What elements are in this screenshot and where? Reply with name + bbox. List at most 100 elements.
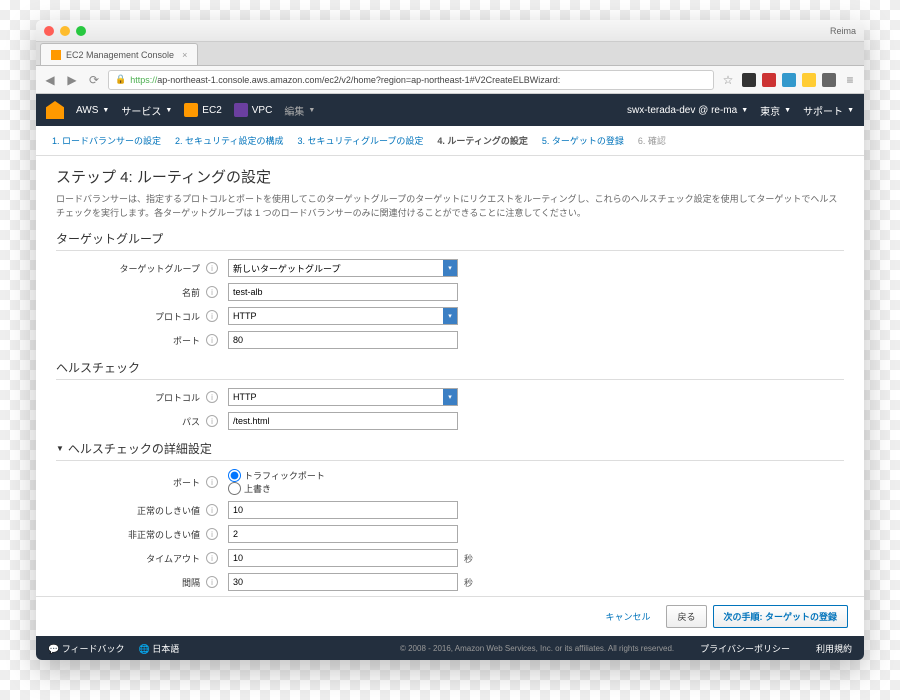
close-icon[interactable]	[44, 26, 54, 36]
browser-window: Reima EC2 Management Console × ◀ ▶ ⟳ 🔒 h…	[36, 20, 864, 660]
nav-aws[interactable]: AWS▼	[76, 105, 109, 116]
section-advanced-toggle[interactable]: ▼ヘルスチェックの詳細設定	[56, 440, 844, 461]
info-icon[interactable]: i	[206, 576, 218, 588]
url-field[interactable]: 🔒 https:// ap-northeast-1.console.aws.am…	[108, 70, 714, 90]
url-text: ap-northeast-1.console.aws.amazon.com/ec…	[157, 75, 560, 85]
forward-icon[interactable]: ▶	[64, 72, 80, 88]
label-unhealthy: 非正常のしきい値	[56, 528, 206, 541]
input-path[interactable]	[228, 412, 458, 430]
label-protocol: プロトコル	[56, 310, 206, 323]
info-icon[interactable]: i	[206, 262, 218, 274]
nav-region[interactable]: 東京▼	[760, 103, 791, 118]
bookmark-icon[interactable]: ☆	[720, 72, 736, 88]
nav-edit[interactable]: 編集▼	[284, 103, 315, 118]
label-name: 名前	[56, 286, 206, 299]
cancel-button[interactable]: キャンセル	[595, 605, 660, 628]
select-hc-protocol[interactable]: HTTP▾	[228, 388, 458, 406]
info-icon[interactable]: i	[206, 310, 218, 322]
ec2-icon	[184, 103, 198, 117]
wizard-step-4[interactable]: 4. ルーティングの設定	[437, 134, 527, 147]
wizard-step-3[interactable]: 3. セキュリティグループの設定	[297, 134, 423, 147]
chevron-down-icon: ▾	[443, 389, 457, 405]
label-interval: 間隔	[56, 576, 206, 589]
page-description: ロードバランサーは、指定するプロトコルとポートを使用してこのターゲットグループの…	[56, 193, 844, 220]
info-icon[interactable]: i	[206, 391, 218, 403]
radio-override[interactable]: 上書き	[228, 482, 325, 495]
info-icon[interactable]: i	[206, 286, 218, 298]
extension-icon[interactable]	[742, 73, 756, 87]
favicon-icon	[51, 50, 61, 60]
nav-services[interactable]: サービス▼	[121, 103, 172, 118]
browser-tabbar: EC2 Management Console ×	[36, 42, 864, 66]
input-healthy[interactable]	[228, 501, 458, 519]
label-healthy: 正常のしきい値	[56, 504, 206, 517]
input-interval[interactable]	[228, 573, 458, 591]
wizard-step-6: 6. 確認	[638, 134, 666, 147]
label-target-group: ターゲットグループ	[56, 262, 206, 275]
address-bar: ◀ ▶ ⟳ 🔒 https:// ap-northeast-1.console.…	[36, 66, 864, 94]
info-icon[interactable]: i	[206, 528, 218, 540]
label-port: ポート	[56, 334, 206, 347]
window-titlebar: Reima	[36, 20, 864, 42]
wizard-steps: 1. ロードバランサーの設定 2. セキュリティ設定の構成 3. セキュリティグ…	[36, 126, 864, 156]
wizard-step-2[interactable]: 2. セキュリティ設定の構成	[175, 134, 283, 147]
nav-account[interactable]: swx-terada-dev @ re-ma▼	[627, 103, 748, 118]
privacy-link[interactable]: プライバシーポリシー	[700, 642, 790, 655]
info-icon[interactable]: i	[206, 476, 218, 488]
info-icon[interactable]: i	[206, 334, 218, 346]
input-unhealthy[interactable]	[228, 525, 458, 543]
reload-icon[interactable]: ⟳	[86, 72, 102, 88]
nav-ec2[interactable]: EC2	[184, 103, 221, 117]
menu-icon[interactable]: ≡	[842, 72, 858, 88]
tab-title: EC2 Management Console	[66, 50, 174, 60]
url-scheme: https://	[130, 75, 157, 85]
chevron-down-icon: ▾	[443, 308, 457, 324]
aws-logo-icon[interactable]	[46, 101, 64, 119]
input-name[interactable]	[228, 283, 458, 301]
section-target-group: ターゲットグループ	[56, 230, 844, 251]
wizard-step-1[interactable]: 1. ロードバランサーの設定	[52, 134, 161, 147]
unit-sec: 秒	[464, 576, 473, 589]
terms-link[interactable]: 利用規約	[816, 642, 852, 655]
vpc-icon	[234, 103, 248, 117]
radio-traffic-port[interactable]: トラフィックポート	[228, 469, 325, 482]
language-selector[interactable]: 🌐 日本語	[139, 642, 180, 655]
wizard-step-5[interactable]: 5. ターゲットの登録	[542, 134, 624, 147]
back-button[interactable]: 戻る	[666, 605, 706, 628]
select-target-group[interactable]: 新しいターゲットグループ▾	[228, 259, 458, 277]
extension-icon[interactable]	[762, 73, 776, 87]
copyright: © 2008 - 2016, Amazon Web Services, Inc.…	[400, 644, 674, 653]
triangle-down-icon: ▼	[56, 444, 64, 453]
select-protocol[interactable]: HTTP▾	[228, 307, 458, 325]
feedback-link[interactable]: 💬 フィードバック	[48, 642, 125, 655]
lock-icon: 🔒	[115, 74, 126, 85]
extension-icon[interactable]	[802, 73, 816, 87]
browser-tab[interactable]: EC2 Management Console ×	[40, 43, 198, 65]
nav-support[interactable]: サポート▼	[803, 103, 854, 118]
page-title: ステップ 4: ルーティングの設定	[56, 166, 844, 187]
unit-sec: 秒	[464, 552, 473, 565]
label-path: パス	[56, 415, 206, 428]
label-hc-protocol: プロトコル	[56, 391, 206, 404]
input-port[interactable]	[228, 331, 458, 349]
next-button[interactable]: 次の手順: ターゲットの登録	[713, 605, 849, 628]
info-icon[interactable]: i	[206, 552, 218, 564]
tab-close-icon[interactable]: ×	[182, 50, 187, 60]
extension-icon[interactable]	[822, 73, 836, 87]
label-timeout: タイムアウト	[56, 552, 206, 565]
maximize-icon[interactable]	[76, 26, 86, 36]
input-timeout[interactable]	[228, 549, 458, 567]
extension-icon[interactable]	[782, 73, 796, 87]
aws-footer: 💬 フィードバック 🌐 日本語 © 2008 - 2016, Amazon We…	[36, 636, 864, 660]
chevron-down-icon: ▾	[443, 260, 457, 276]
info-icon[interactable]: i	[206, 504, 218, 516]
back-icon[interactable]: ◀	[42, 72, 58, 88]
minimize-icon[interactable]	[60, 26, 70, 36]
wizard-footer: キャンセル 戻る 次の手順: ターゲットの登録	[36, 596, 864, 636]
nav-vpc[interactable]: VPC	[234, 103, 273, 117]
label-adv-port: ポート	[56, 476, 206, 489]
section-health-check: ヘルスチェック	[56, 359, 844, 380]
aws-top-nav: AWS▼ サービス▼ EC2 VPC 編集▼ swx-terada-dev @ …	[36, 94, 864, 126]
info-icon[interactable]: i	[206, 415, 218, 427]
main-content: 1. ロードバランサーの設定 2. セキュリティ設定の構成 3. セキュリティグ…	[36, 126, 864, 660]
